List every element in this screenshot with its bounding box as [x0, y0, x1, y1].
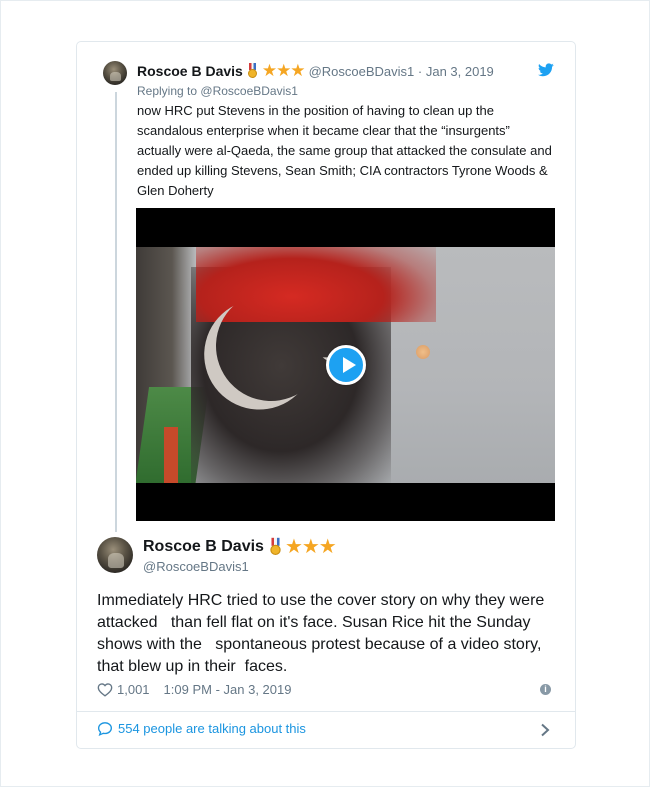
reply-tweet-text: now HRC put Stevens in the position of h… — [137, 103, 552, 198]
medal-icon — [247, 63, 258, 79]
avatar[interactable] — [97, 537, 133, 573]
author-handle[interactable]: @RoscoeBDavis1 · Jan 3, 2019 — [309, 64, 494, 79]
tweet-meta: 1,001 1:09 PM - Jan 3, 2019 — [97, 682, 291, 697]
divider — [77, 711, 575, 712]
speech-bubble-icon — [97, 722, 113, 736]
author-name[interactable]: Roscoe B Davis — [137, 63, 243, 79]
play-icon[interactable] — [326, 345, 366, 385]
medal-icon — [269, 537, 282, 556]
main-tweet-header: Roscoe B Davis ★★★ — [143, 536, 337, 558]
tweet-date-link: Jan 3, 2019 — [425, 63, 494, 79]
main-tweet-text: Immediately HRC tried to use the cover s… — [97, 592, 549, 675]
author-handle[interactable]: @RoscoeBDavis1 — [143, 559, 249, 574]
info-icon[interactable]: i — [540, 684, 551, 695]
replying-to-handle[interactable]: @RoscoeBDavis1 — [200, 84, 298, 98]
reply-tweet-header: Roscoe B Davis ★★★ @RoscoeBDavis1 · Jan … — [137, 61, 494, 80]
thread-connector-line — [115, 92, 117, 532]
author-name[interactable]: Roscoe B Davis — [143, 538, 264, 556]
heart-icon[interactable] — [97, 682, 113, 697]
stars-emoji: ★★★ — [284, 536, 337, 558]
stars-emoji: ★★★ — [261, 61, 306, 80]
conversation-link[interactable]: 554 people are talking about this — [97, 721, 306, 736]
talking-count[interactable]: 554 people are talking about this — [118, 721, 306, 736]
avatar[interactable] — [103, 61, 127, 85]
twitter-bird-icon[interactable] — [538, 63, 554, 77]
chevron-right-icon[interactable] — [540, 723, 550, 737]
replying-to-line: Replying to @RoscoeBDavis1 — [137, 84, 298, 98]
like-count[interactable]: 1,001 — [117, 682, 150, 697]
tweet-timestamp[interactable]: 1:09 PM - Jan 3, 2019 — [164, 682, 292, 697]
